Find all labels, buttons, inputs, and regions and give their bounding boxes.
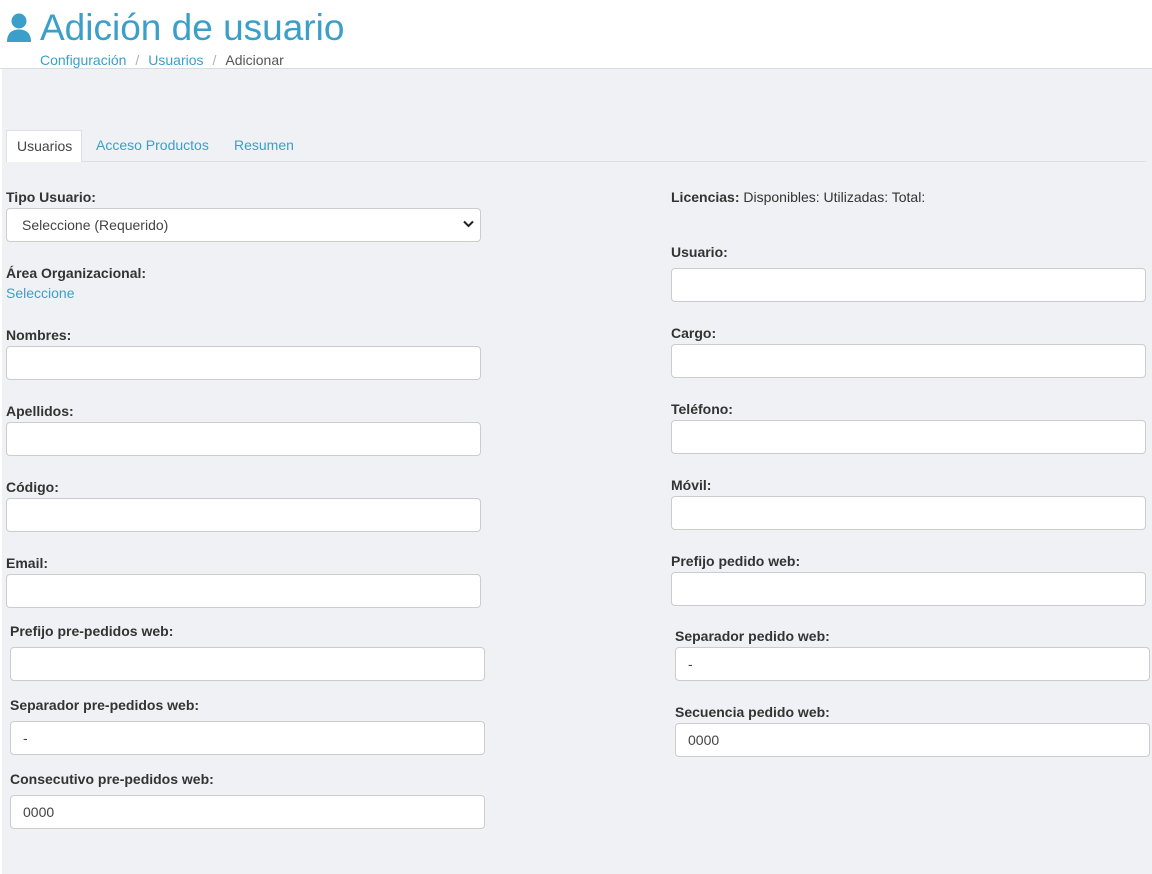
licencias-info: Licencias: Disponibles: Utilizadas: Tota… <box>671 188 925 206</box>
nombres-label: Nombres: <box>6 327 72 343</box>
apellidos-label: Apellidos: <box>6 403 74 419</box>
usuario-input[interactable] <box>671 268 1146 302</box>
nombres-input[interactable] <box>6 346 481 380</box>
prefijo-pre-pedidos-input[interactable] <box>10 647 485 681</box>
prefijo-pedido-web-label: Prefijo pedido web: <box>671 553 801 569</box>
breadcrumb-configuracion[interactable]: Configuración <box>40 52 126 68</box>
tab-usuarios[interactable]: Usuarios <box>6 130 82 162</box>
email-input[interactable] <box>6 574 481 608</box>
prefijo-pedido-web-input[interactable] <box>671 572 1146 606</box>
cargo-input[interactable] <box>671 344 1146 378</box>
secuencia-pedido-web-input[interactable]: 0000 <box>675 723 1150 757</box>
breadcrumb-separator: / <box>135 52 140 68</box>
tipo-usuario-selected: Seleccione (Requerido) <box>22 217 169 233</box>
separador-pre-pedidos-input[interactable]: - <box>10 721 485 755</box>
telefono-input[interactable] <box>671 420 1146 454</box>
codigo-label: Código: <box>6 479 59 495</box>
area-organizacional-link[interactable]: Seleccione <box>6 284 75 302</box>
usuario-label: Usuario: <box>671 244 728 260</box>
tab-resumen[interactable]: Resumen <box>224 130 304 161</box>
title-row: Adición de usuario <box>6 8 344 48</box>
apellidos-input[interactable] <box>6 422 481 456</box>
telefono-label: Teléfono: <box>671 401 733 417</box>
separador-pre-pedidos-label: Separador pre-pedidos web: <box>10 697 200 713</box>
tab-bar: Usuarios Acceso Productos Resumen <box>6 130 1146 162</box>
tipo-usuario-select[interactable]: Seleccione (Requerido) <box>6 208 481 242</box>
breadcrumb-current: Adicionar <box>225 52 284 68</box>
main-panel: Usuarios Acceso Productos Resumen Tipo U… <box>2 69 1152 874</box>
movil-label: Móvil: <box>671 477 712 493</box>
breadcrumb-usuarios[interactable]: Usuarios <box>148 52 203 68</box>
consecutivo-pre-pedidos-label: Consecutivo pre-pedidos web: <box>10 771 214 787</box>
chevron-down-icon <box>463 220 474 228</box>
consecutivo-pre-pedidos-input[interactable]: 0000 <box>10 795 485 829</box>
area-organizacional-label: Área Organizacional: <box>6 265 147 281</box>
email-label: Email: <box>6 555 49 571</box>
movil-input[interactable] <box>671 496 1146 530</box>
codigo-input[interactable] <box>6 498 481 532</box>
cargo-label: Cargo: <box>671 325 717 341</box>
licencias-text: Disponibles: Utilizadas: Total: <box>743 189 926 205</box>
separador-pedido-web-label: Separador pedido web: <box>675 628 830 644</box>
prefijo-pre-pedidos-label: Prefijo pre-pedidos web: <box>10 623 174 639</box>
separador-pedido-web-input[interactable]: - <box>675 647 1150 681</box>
user-icon <box>7 13 31 42</box>
breadcrumb: Configuración / Usuarios / Adicionar <box>40 51 284 69</box>
breadcrumb-separator: / <box>212 52 217 68</box>
tipo-usuario-label: Tipo Usuario: <box>6 189 96 205</box>
page-title: Adición de usuario <box>40 7 345 48</box>
page-header: Adición de usuario Configuración / Usuario… <box>0 0 1152 69</box>
secuencia-pedido-web-label: Secuencia pedido web: <box>675 704 830 720</box>
licencias-label: Licencias: <box>671 189 740 205</box>
tab-acceso-productos[interactable]: Acceso Productos <box>86 130 219 161</box>
